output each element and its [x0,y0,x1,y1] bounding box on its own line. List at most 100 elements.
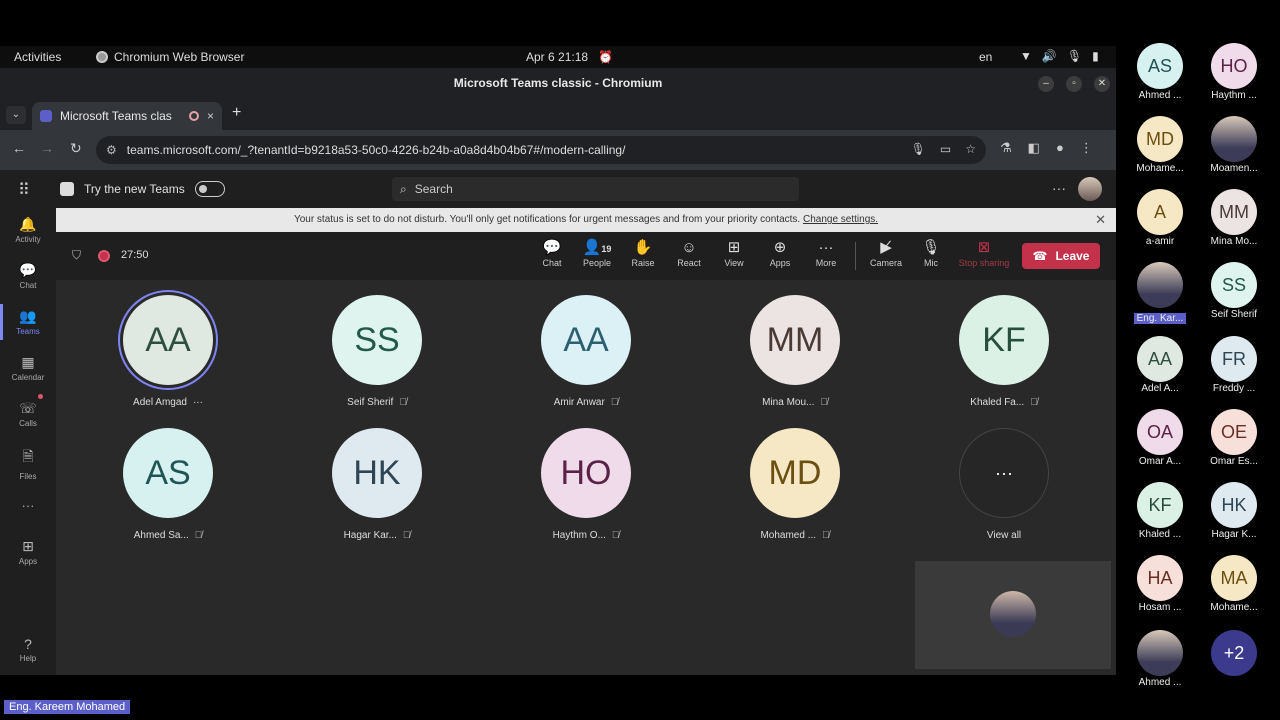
gallery-name: Freddy ... [1212,383,1256,394]
window-titlebar: Microsoft Teams classic - Chromium – ▫ ✕ [0,68,1116,100]
try-new-teams[interactable]: Try the new Teams [60,181,225,197]
rail-activity[interactable]: 🔔 Activity [0,216,56,244]
rail-files[interactable]: 🗎 Files [0,446,56,481]
participant-tile[interactable]: HO Haythm O... 🎙̸ [521,428,651,541]
bookmark-star-icon[interactable]: ☆ [965,142,976,156]
labs-icon[interactable]: ⚗ [1000,140,1012,156]
participant-tile[interactable]: HK Hagar Kar... 🎙̸ [312,428,442,541]
gallery-participant: AA Adel A... [1124,336,1196,394]
participant-tile[interactable]: AA Amir Anwar 🎙̸ [521,295,651,408]
shield-icon[interactable]: ⛉ [72,248,81,263]
new-tab-button[interactable]: + [232,104,241,122]
rail-teams[interactable]: 👥 Teams [0,308,56,336]
avatar: OE [1211,409,1257,455]
raise-hand-button[interactable]: ✋ Raise [621,238,665,268]
gallery-participant: MA Mohame... [1198,555,1270,613]
gallery-participant: Ahmed ... [1124,630,1196,688]
participant-tile[interactable]: MD Mohamed ... 🎙̸ [730,428,860,541]
site-info-icon[interactable]: ⚙ [106,143,117,157]
forward-button[interactable]: → [40,140,54,156]
avatar: SS [1211,262,1257,308]
gallery-more[interactable]: +2 [1198,630,1270,676]
mic-icon[interactable]: 🎙 [911,142,926,156]
rail-chat[interactable]: 💬 Chat [0,262,56,290]
participant-tile[interactable]: AA Adel Amgad ··· [103,295,233,408]
participant-name: Ahmed Sa... [133,530,189,541]
banner-close-icon[interactable]: ✕ [1095,208,1106,232]
view-all-icon: ··· [959,428,1049,518]
more-button[interactable]: ··· More [804,238,848,268]
avatar: MM [750,295,840,385]
settings-more-button[interactable]: ··· [1052,180,1066,196]
reload-button[interactable]: ↻ [70,140,82,157]
gallery-participant: FR Freddy ... [1198,336,1270,394]
avatar: MD [1137,116,1183,162]
ctrl-label: React [677,258,701,268]
back-button[interactable]: ← [12,140,26,156]
browser-menu-icon[interactable]: ⋮ [1080,140,1093,156]
view-button[interactable]: ⊞ View [712,238,756,268]
language-indicator[interactable]: en [979,50,992,64]
rail-help[interactable]: ? Help [0,636,56,663]
people-button[interactable]: 👤19 People [575,238,619,268]
address-bar[interactable]: ⚙ teams.microsoft.com/_?tenantId=b9218a5… [96,136,986,164]
gallery-name: Hagar K... [1211,529,1257,540]
system-tray[interactable]: ▼ 🔊 🎙 ▮ [1020,49,1099,63]
plus-square-icon: ⊕ [773,239,787,256]
self-view-video[interactable] [915,561,1111,669]
participant-options[interactable]: ··· [193,397,203,408]
leave-button[interactable]: ☎ Leave [1022,243,1100,269]
tab-close-icon[interactable]: × [207,109,214,123]
clock[interactable]: Apr 6 21:18 ⏰ [526,50,613,64]
meeting-toolbar: ⛉ 27:50 💬 Chat 👤19 People ✋ Raise ☺ React ⊞ V… [56,232,1116,280]
smile-icon: ☺ [681,239,697,256]
tab-strip: ⌄ Microsoft Teams clas × + [0,100,1116,130]
tab-search-button[interactable]: ⌄ [6,106,26,124]
app-menu[interactable]: Chromium Web Browser [96,50,244,64]
gallery-name: Hosam ... [1138,602,1182,613]
rail-more[interactable]: ··· [0,498,56,513]
stop-sharing-button[interactable]: ⊠ Stop sharing [955,238,1013,268]
maximize-button[interactable]: ▫ [1066,76,1082,92]
side-panel-icon[interactable]: ◧ [1028,140,1040,156]
cast-icon[interactable]: ▭ [940,142,951,156]
my-avatar[interactable] [1078,177,1102,201]
gallery-name: Khaled ... [1138,529,1182,540]
participant-tile[interactable]: AS Ahmed Sa... 🎙̸ [103,428,233,541]
participant-tile[interactable]: SS Seif Sherif 🎙̸ [312,295,442,408]
search-icon: ⌕ [400,181,407,196]
file-icon: 🗎 [22,448,34,464]
try-new-toggle[interactable] [194,181,225,197]
rail-calls[interactable]: ☏ Calls [0,400,56,428]
search-input[interactable]: ⌕ Search [392,177,799,201]
avatar: AA [541,295,631,385]
activities-button[interactable]: Activities [14,50,61,64]
avatar: MD [750,428,840,518]
ctrl-label: Camera [869,258,902,268]
window-title: Microsoft Teams classic - Chromium [453,76,663,90]
apps-button[interactable]: ⊕ Apps [758,238,802,268]
rail-calendar[interactable]: ▦ Calendar [0,354,56,382]
view-all-tile[interactable]: ··· View all [939,428,1069,541]
gallery-name: Ahmed ... [1138,90,1182,101]
wifi-icon: ▼ [1020,49,1032,63]
minimize-button[interactable]: – [1038,76,1054,92]
react-button[interactable]: ☺ React [667,238,711,268]
camera-button[interactable]: ▶̸ Camera [864,238,908,268]
participant-tile[interactable]: KF Khaled Fa... 🎙̸ [939,295,1069,408]
teams-header: ⠿ Try the new Teams ⌕ Search ··· [0,170,1116,208]
participant-tile[interactable]: MM Mina Mou... 🎙̸ [730,295,860,408]
mic-button[interactable]: 🎙 Mic [909,238,953,268]
app-launcher-icon[interactable]: ⠿ [18,180,30,200]
teams-favicon-icon [40,110,52,122]
close-window-button[interactable]: ✕ [1094,76,1110,92]
chromium-icon [96,51,108,63]
chat-button[interactable]: 💬 Chat [530,238,574,268]
change-settings-link[interactable]: Change settings. [803,214,878,225]
tab-teams[interactable]: Microsoft Teams clas × [32,102,222,130]
participant-name: Amir Anwar [553,397,605,408]
rail-apps[interactable]: ⊞ Apps [0,538,56,566]
profile-icon[interactable]: ● [1056,140,1064,156]
ctrl-label: View [724,258,744,268]
gallery-name: Mohame... [1210,602,1258,613]
